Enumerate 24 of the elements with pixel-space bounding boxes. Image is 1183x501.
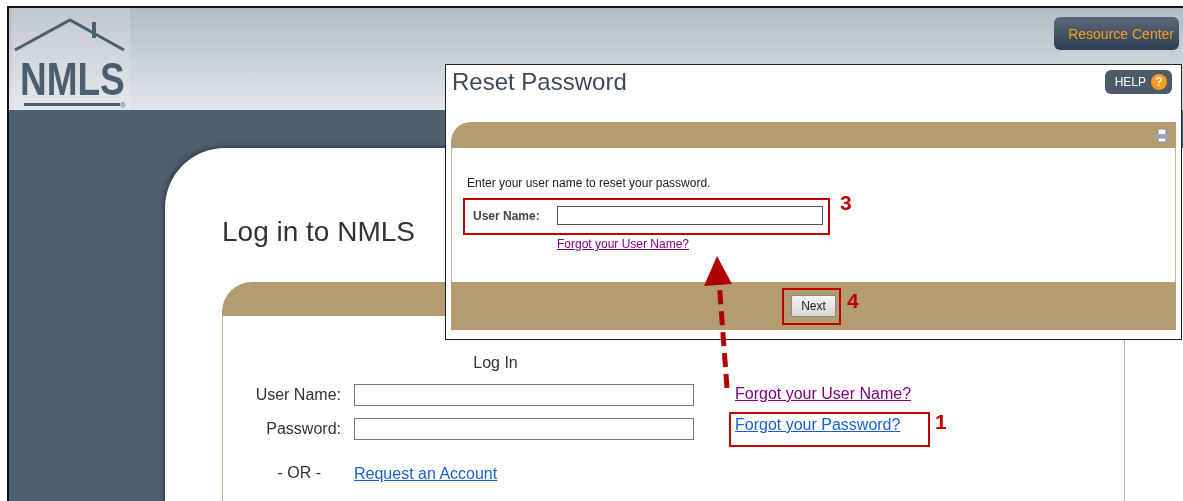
field-label: User Name:: [473, 208, 541, 223]
page-title: Log in to NMLS: [222, 215, 415, 249]
forgot-link[interactable]: Forgot your User Name?: [735, 384, 912, 404]
field-label: User Name:: [254, 386, 341, 404]
step-number: 3: [840, 191, 852, 215]
step-number: 1: [935, 410, 947, 434]
printer-icon[interactable]: [1154, 127, 1170, 143]
nmls-logo: NMLS®: [12, 8, 130, 110]
input-field[interactable]: [354, 384, 694, 406]
dialog-title: Reset Password: [452, 68, 627, 96]
form-heading: Log In: [472, 354, 519, 373]
next-button[interactable]: Next: [791, 295, 836, 317]
request-account-link[interactable]: Request an Account: [354, 464, 498, 484]
input-field[interactable]: [354, 418, 694, 440]
input-field[interactable]: [557, 206, 823, 225]
field-label: Password:: [265, 420, 341, 438]
forgot-link[interactable]: Forgot your User Name?: [557, 237, 690, 251]
resource-center-button[interactable]: Resource Center: [1054, 17, 1179, 50]
step-number: 4: [847, 289, 859, 313]
callout-box: [782, 288, 841, 325]
instruction-text: Enter your user name to reset your password.: [467, 176, 712, 190]
help-button[interactable]: HELP ?: [1104, 70, 1172, 94]
forgot-link[interactable]: Forgot your Password?: [735, 415, 901, 435]
or-separator: - OR -: [276, 464, 322, 483]
